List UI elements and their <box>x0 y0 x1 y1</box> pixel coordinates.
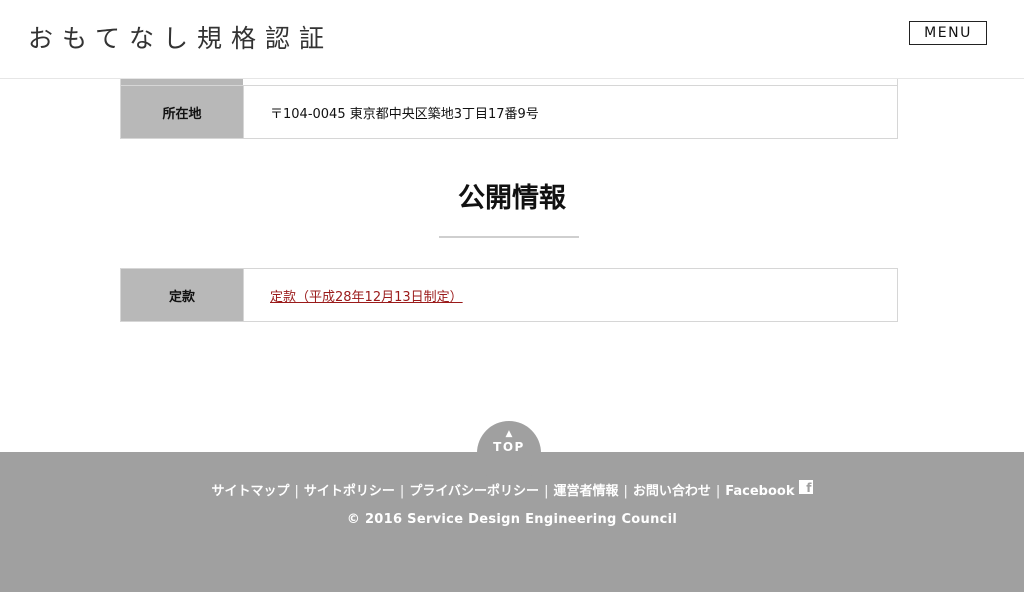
copyright-text: © 2016 Service Design Engineering Counci… <box>346 512 678 527</box>
title-underline <box>439 236 579 238</box>
footer-link-facebook[interactable]: Facebook f <box>725 480 813 499</box>
site-logo[interactable]: おもてなし規格認証 <box>28 19 333 55</box>
section-title-disclosure: 公開情報 <box>458 183 566 214</box>
back-to-top-button[interactable]: ▲ TOP <box>477 421 541 485</box>
table-row: 所在地 〒104-0045 東京都中央区築地3丁目17番9号 <box>120 85 898 139</box>
address-label: 所在地 <box>120 85 244 139</box>
footer-link-operator-info[interactable]: 運営者情報 <box>553 484 618 499</box>
table-row: 定款 定款（平成28年12月13日制定） <box>120 268 898 322</box>
footer-separator: | <box>623 484 628 499</box>
up-arrow-icon: ▲ <box>505 429 513 439</box>
previous-table-row <box>120 78 898 85</box>
footer-link-contact[interactable]: お問い合わせ <box>633 484 711 499</box>
articles-label: 定款 <box>120 268 244 322</box>
menu-button[interactable]: MENU <box>909 21 987 45</box>
footer-link-site-policy[interactable]: サイトポリシー <box>304 484 395 499</box>
footer-separator: | <box>294 484 299 499</box>
facebook-icon: f <box>798 480 813 495</box>
address-value: 〒104-0045 東京都中央区築地3丁目17番9号 <box>243 85 898 139</box>
footer-separator: | <box>399 484 405 499</box>
site-header: おもてなし規格認証 MENU <box>0 0 1024 79</box>
footer-link-privacy-policy[interactable]: プライバシーポリシー <box>409 484 539 499</box>
disclosure-table: 定款 定款（平成28年12月13日制定） <box>120 268 898 322</box>
articles-cell: 定款（平成28年12月13日制定） <box>243 268 898 322</box>
articles-of-incorporation-link[interactable]: 定款（平成28年12月13日制定） <box>270 290 463 305</box>
footer-separator: | <box>544 484 549 499</box>
company-info-table: 所在地 〒104-0045 東京都中央区築地3丁目17番9号 <box>120 85 898 139</box>
facebook-label: Facebook <box>725 484 795 499</box>
footer-separator: | <box>715 484 721 499</box>
back-to-top-label: TOP <box>493 440 525 454</box>
previous-row-label-cell <box>121 78 243 85</box>
footer-link-sitemap[interactable]: サイトマップ <box>212 484 290 499</box>
